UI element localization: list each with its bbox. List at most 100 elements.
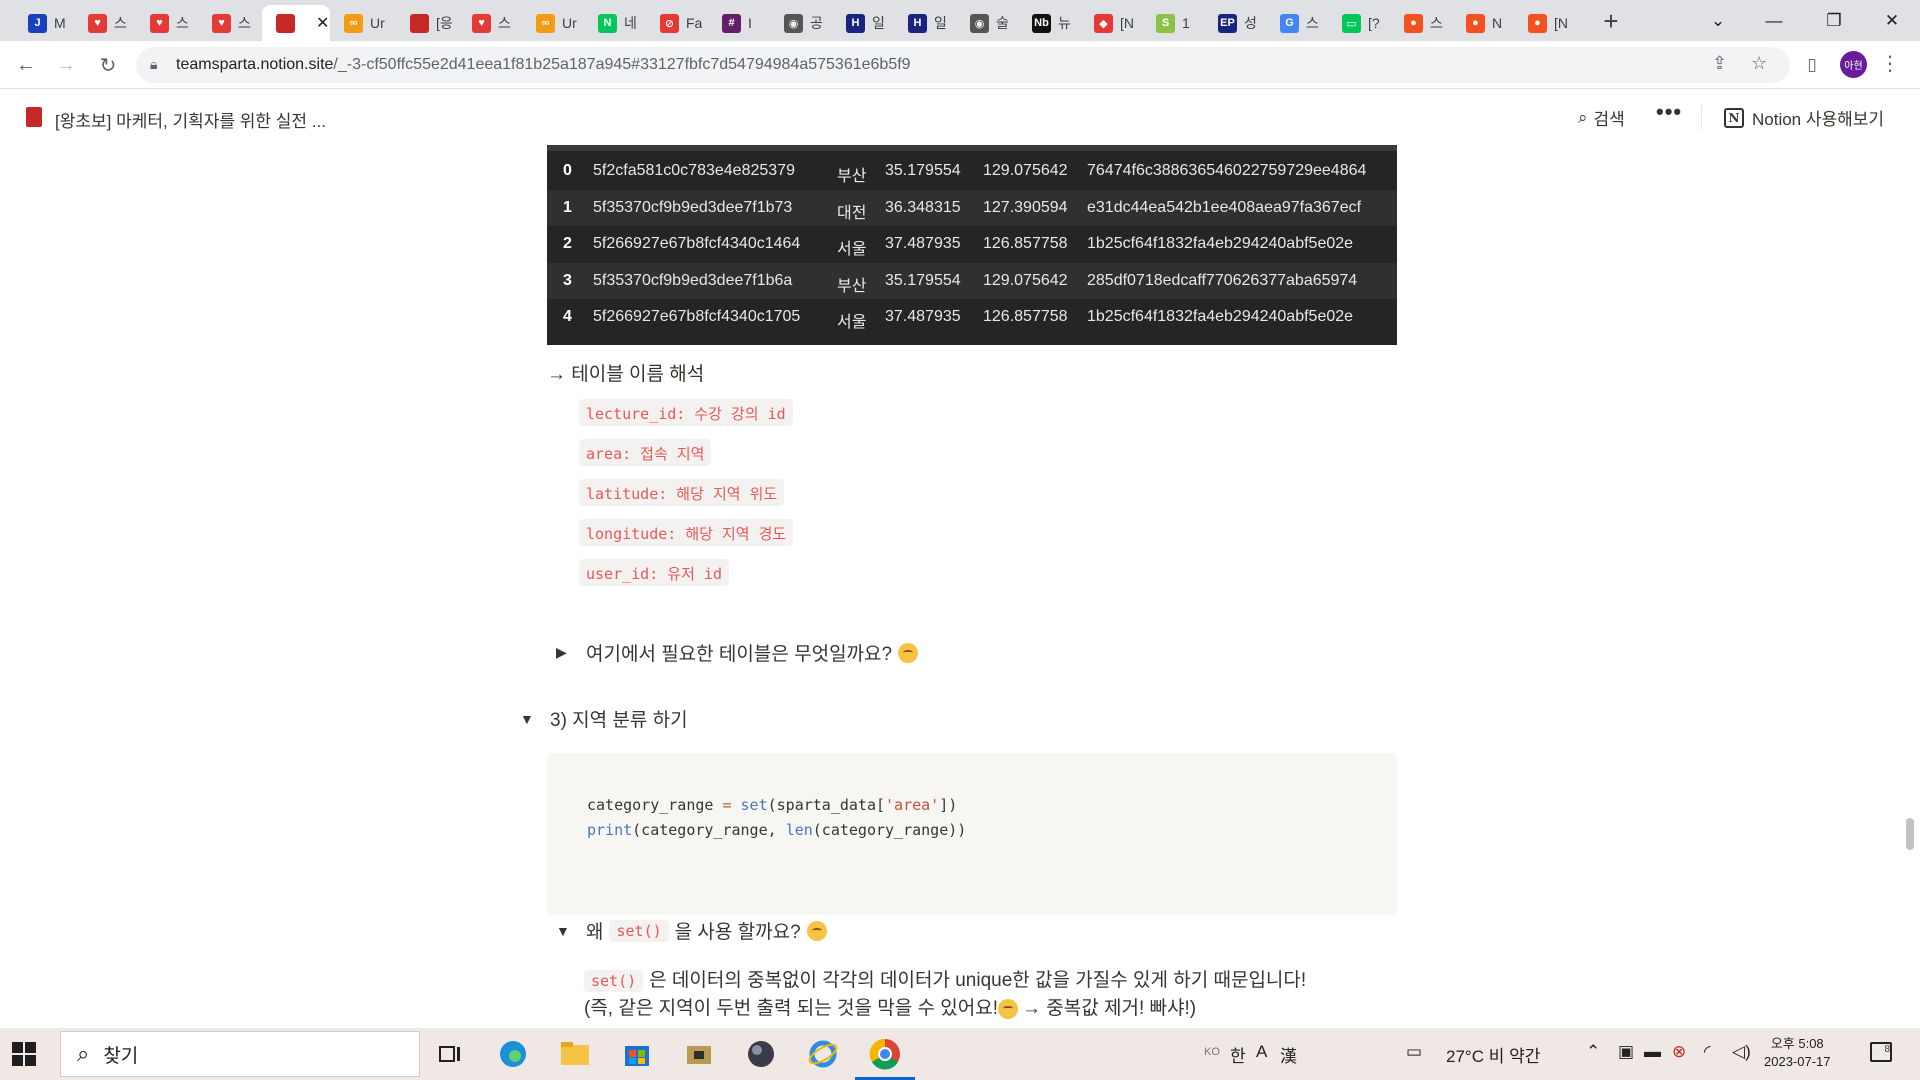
search-button[interactable]: ⌕ 검색 [1578, 105, 1625, 130]
page-scrollbar[interactable] [1906, 818, 1914, 850]
tab-label: M [54, 15, 66, 31]
globe-app-icon[interactable] [743, 1036, 779, 1072]
toggle-why-set[interactable]: ▼ 왜 set() 을 사용 할까요? [556, 917, 827, 944]
toggle-expanded-icon[interactable]: ▼ [520, 711, 536, 727]
browser-tab[interactable]: [응 [396, 5, 452, 41]
ime-alpha[interactable]: A [1256, 1042, 1267, 1062]
wifi-icon[interactable]: ◜ [1704, 1042, 1711, 1062]
browser-menu-icon[interactable]: ⋮ [1880, 51, 1900, 79]
reload-icon[interactable]: ↻ [92, 49, 124, 81]
browser-tab[interactable]: EP 성 [1204, 5, 1260, 41]
profile-avatar[interactable]: 아현 [1840, 51, 1867, 78]
answer-line-1: set() 은 데이터의 중복없이 각각의 데이터가 unique한 값을 가질수… [584, 965, 1306, 992]
browser-tab[interactable]: ● 스 [1390, 5, 1446, 41]
close-tab-icon[interactable]: ✕ [316, 13, 329, 33]
browser-tab[interactable]: ∞ Ur [522, 5, 578, 41]
browser-tab[interactable]: S1 [1142, 5, 1198, 41]
chrome-icon[interactable] [855, 1036, 915, 1080]
lock-icon[interactable]: 🔒︎ [150, 56, 157, 73]
restore-icon[interactable]: ❐ [1806, 0, 1862, 41]
url-text[interactable]: teamsparta.notion.site/_-3-cf50ffc55e2d4… [176, 56, 911, 74]
address-bar[interactable]: 🔒︎ teamsparta.notion.site/_-3-cf50ffc55e… [136, 47, 1790, 83]
ime-hangul[interactable]: 한 [1230, 1042, 1246, 1067]
meet-icon[interactable]: ▣ [1618, 1042, 1634, 1062]
tab-label: Ur [370, 15, 385, 31]
weather-widget[interactable]: 27°C 비 약간 [1446, 1042, 1540, 1067]
page-title[interactable]: [왕초보] 마케터, 기획자를 위한 실전 ... [55, 107, 326, 132]
toggle-section-3[interactable]: ▼ 3) 지역 분류 하기 [520, 705, 688, 732]
store-icon[interactable] [619, 1036, 655, 1072]
show-hidden-icons-icon[interactable]: ⌃ [1586, 1042, 1600, 1062]
toggle-needed-tables[interactable]: ▶ 여기에서 필요한 테이블은 무엇일까요? [556, 639, 919, 666]
tab-label: [응 [436, 15, 452, 31]
app-icon-box[interactable] [681, 1036, 717, 1072]
notification-center-icon[interactable]: 8 [1870, 1042, 1892, 1062]
tab-search-chevron-icon[interactable]: ⌄ [1690, 0, 1746, 41]
forward-icon[interactable]: → [50, 49, 82, 81]
browser-tab[interactable]: ♥ 스 [198, 5, 254, 41]
tab-favicon-icon: ● [1466, 13, 1485, 33]
browser-tab[interactable]: G스 [1266, 5, 1322, 41]
toggle-expanded-icon[interactable]: ▼ [556, 923, 572, 939]
dataframe-cell-idx: 0 [563, 162, 572, 179]
tab-favicon-icon: ● [1528, 13, 1547, 33]
browser-tab[interactable]: ∞ Ur [330, 5, 386, 41]
toggle-collapsed-icon[interactable]: ▶ [556, 644, 572, 661]
dataframe-cell-lecture-id: 5f35370cf9b9ed3dee7f1b6a [593, 271, 793, 289]
dataframe-cell-latitude: 37.487935 [885, 308, 961, 325]
ime-lang[interactable]: KO [1204, 1046, 1220, 1058]
close-window-icon[interactable]: ✕ [1864, 0, 1920, 41]
tab-favicon-icon: J [28, 13, 47, 33]
browser-tab[interactable]: ● N [1452, 5, 1508, 41]
browser-tab[interactable]: ♥ 스 [458, 5, 514, 41]
tab-label: 스 [1306, 15, 1319, 31]
windows-start-icon[interactable] [12, 1042, 36, 1066]
bookmark-star-icon[interactable]: ☆ [1751, 53, 1767, 74]
tab-favicon-icon: ♥ [472, 13, 491, 33]
dataframe-row: 1 5f35370cf9b9ed3dee7f1b73 대전 36.348315 127.… [547, 189, 1397, 226]
try-notion-button[interactable]: N Notion 사용해보기 [1724, 105, 1884, 130]
back-icon[interactable]: ← [10, 49, 42, 81]
dataframe-cell-area: 부산 [837, 277, 867, 295]
security-alert-icon[interactable]: ⊗ [1672, 1042, 1686, 1062]
edge-icon[interactable] [495, 1036, 531, 1072]
tab-favicon-icon: ◆ [1094, 13, 1113, 33]
internet-explorer-icon[interactable] [805, 1036, 841, 1072]
browser-tab[interactable]: ♥ 스 [74, 5, 130, 41]
dataframe-row: 2 5f266927e67b8fcf4340c1464 서울 37.487935 126… [547, 226, 1397, 262]
new-tab-button[interactable]: + [1596, 6, 1626, 36]
dataframe-cell-latitude: 35.179554 [885, 162, 961, 179]
column-description-chip: longitude: 해당 지역 경도 [579, 519, 794, 546]
browser-tab[interactable]: ◉ 공 [770, 5, 826, 41]
tab-label: [N [1554, 15, 1568, 31]
browser-tab[interactable]: H일 [832, 5, 888, 41]
tab-favicon-icon: Nb [1032, 13, 1051, 33]
browser-tab[interactable]: ♥ 스 [136, 5, 192, 41]
code-text[interactable]: category_range = set(sparta_data['area']… [587, 793, 966, 843]
taskbar-search-box[interactable]: ⌕ 찾기 [60, 1031, 420, 1077]
ime-hanja[interactable]: 漢 [1280, 1042, 1297, 1067]
system-clock[interactable]: 오후 5:08 2023-07-17 [1764, 1035, 1831, 1071]
file-explorer-icon[interactable] [557, 1036, 593, 1072]
browser-tab[interactable]: Nb 뉴 [1018, 5, 1074, 41]
weather-icon[interactable]: ▭ [1406, 1042, 1422, 1062]
minimize-icon[interactable]: — [1746, 0, 1802, 41]
browser-tab[interactable]: H일 [894, 5, 950, 41]
tab-label: 술 [996, 15, 1009, 31]
browser-tab[interactable]: ⊘ Fa [646, 5, 702, 41]
task-view-icon[interactable] [432, 1036, 468, 1072]
browser-tab[interactable]: JM [14, 5, 70, 41]
volume-icon[interactable]: ◁) [1732, 1042, 1751, 1062]
browser-tab[interactable]: ◉ 술 [956, 5, 1012, 41]
browser-tab[interactable]: # I [708, 5, 764, 41]
browser-tab-active[interactable]: ✕ [262, 5, 330, 41]
more-options-button[interactable]: ••• [1656, 99, 1682, 125]
browser-tab[interactable]: ▭ [? [1328, 5, 1384, 41]
battery-icon[interactable]: ▬ [1644, 1042, 1661, 1062]
code-block[interactable]: category_range = set(sparta_data['area']… [547, 753, 1397, 915]
browser-tab[interactable]: ◆ [N [1080, 5, 1136, 41]
browser-tab[interactable]: N네 [584, 5, 640, 41]
side-panel-icon[interactable]: ▯ [1796, 49, 1828, 81]
share-icon[interactable]: ⇪ [1712, 53, 1727, 74]
browser-tab[interactable]: ● [N [1514, 5, 1570, 41]
